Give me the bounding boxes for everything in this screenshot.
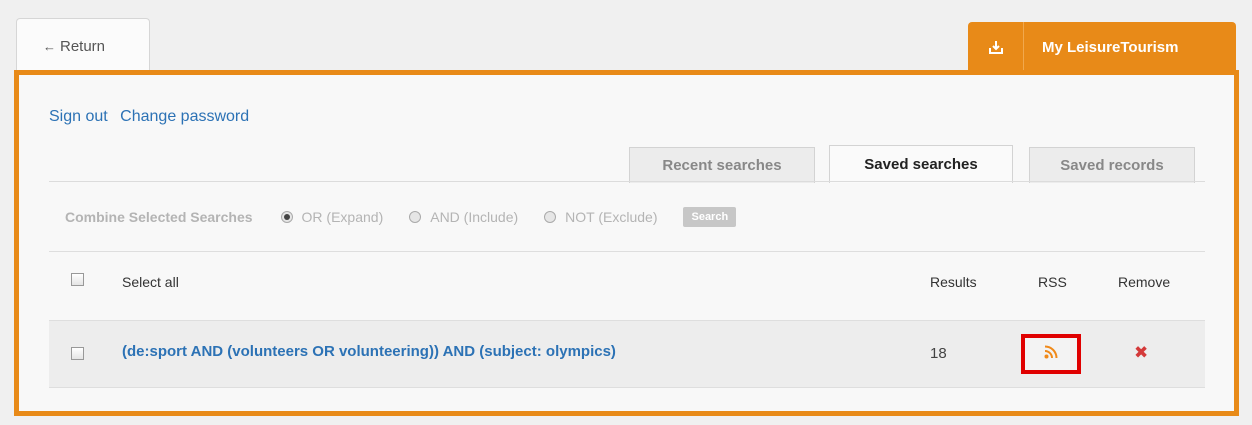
tab-saved-records[interactable]: Saved records [1029, 147, 1195, 183]
change-password-link[interactable]: Change password [120, 108, 249, 125]
radio-button[interactable] [409, 211, 422, 223]
my-account-label: My LeisureTourism [1042, 39, 1179, 56]
radio-label: AND (Include) [430, 209, 519, 225]
tabs-divider [49, 181, 1205, 182]
radio-or-expand[interactable]: OR (Expand) [280, 209, 384, 225]
close-icon[interactable]: ✖ [1134, 343, 1148, 363]
account-links: Sign out Change password [49, 108, 257, 126]
radio-button[interactable] [544, 211, 557, 223]
select-all-checkbox[interactable] [71, 273, 84, 286]
tab-saved-searches[interactable]: Saved searches [829, 145, 1013, 183]
results-column-header: Results [930, 274, 977, 290]
row-checkbox[interactable] [71, 347, 84, 360]
tab-recent-searches[interactable]: Recent searches [629, 147, 815, 183]
back-arrow-icon: ← [43, 39, 56, 54]
row-divider [49, 387, 1205, 388]
remove-column-header: Remove [1118, 274, 1171, 290]
table-header: Select all Results RSS Remove [49, 265, 1205, 305]
radio-button[interactable] [280, 211, 293, 223]
rss-feed-button[interactable] [1021, 334, 1081, 374]
radio-label: NOT (Exclude) [565, 209, 658, 225]
my-account-tab[interactable]: My LeisureTourism [968, 22, 1236, 72]
radio-not-exclude[interactable]: NOT (Exclude) [544, 209, 657, 225]
combine-title: Combine Selected Searches [65, 209, 253, 225]
sign-out-link[interactable]: Sign out [49, 108, 108, 125]
saved-search-query-link[interactable]: (de:sport AND (volunteers OR volunteerin… [122, 343, 616, 360]
return-tab[interactable]: ← Return [16, 18, 150, 70]
return-label: Return [60, 38, 106, 55]
results-count: 18 [930, 345, 947, 362]
select-all-label: Select all [122, 274, 179, 290]
rss-feed-icon [1044, 345, 1058, 363]
combine-searches-row: Combine Selected Searches OR (Expand) AN… [65, 205, 737, 229]
rss-column-header: RSS [1038, 274, 1067, 290]
table-row: (de:sport AND (volunteers OR volunteerin… [49, 321, 1205, 387]
radio-and-include[interactable]: AND (Include) [409, 209, 518, 225]
download-icon [968, 22, 1024, 72]
radio-label: OR (Expand) [301, 209, 384, 225]
account-panel: Sign out Change password Recent searches… [14, 70, 1239, 416]
combine-search-button[interactable]: Search [683, 207, 737, 227]
row-divider [49, 251, 1205, 252]
